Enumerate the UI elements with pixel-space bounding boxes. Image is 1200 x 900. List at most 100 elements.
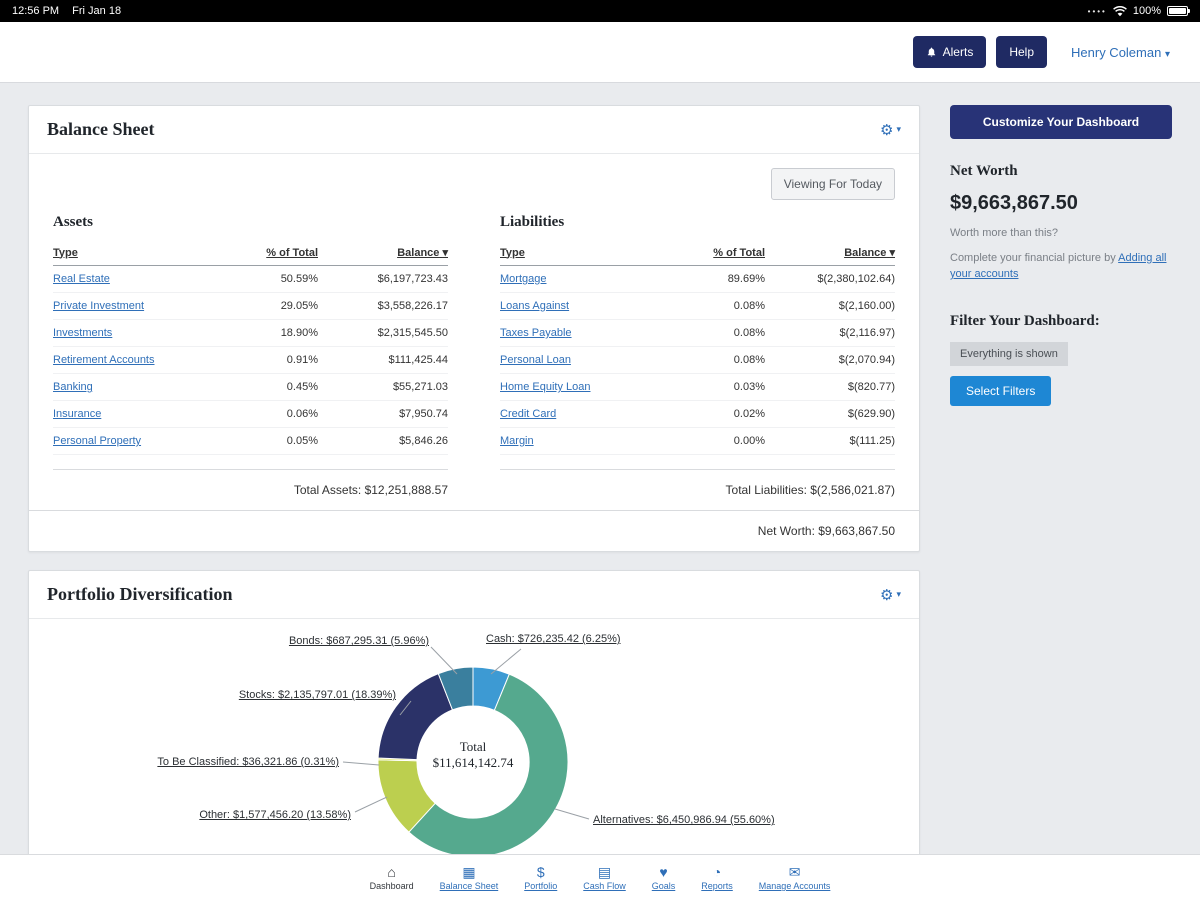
- total-liabilities: Total Liabilities: $(2,586,021.87): [500, 469, 895, 510]
- account-type-link[interactable]: Real Estate: [53, 273, 228, 285]
- nav-label: Cash Flow: [583, 881, 626, 891]
- user-name: Henry Coleman: [1071, 45, 1161, 60]
- nav-item-cash-flow[interactable]: ▤Cash Flow: [583, 864, 626, 891]
- column-balance-sortable[interactable]: Balance ▾: [765, 246, 895, 259]
- pct-of-total-value: 0.06%: [228, 408, 318, 420]
- alerts-label: Alerts: [943, 45, 974, 59]
- account-type-link[interactable]: Margin: [500, 435, 675, 447]
- account-type-link[interactable]: Retirement Accounts: [53, 354, 228, 366]
- pct-of-total-value: 0.00%: [675, 435, 765, 447]
- status-bar: 12:56 PM Fri Jan 18 •••• 100%: [0, 0, 1200, 22]
- balance-value: $(2,116.97): [765, 327, 895, 339]
- column-type[interactable]: Type: [500, 247, 675, 259]
- account-type-link[interactable]: Insurance: [53, 408, 228, 420]
- nav-item-balance-sheet[interactable]: ▦Balance Sheet: [440, 864, 499, 891]
- battery-percent: 100%: [1133, 5, 1161, 17]
- pct-of-total-value: 0.05%: [228, 435, 318, 447]
- table-row: Loans Against0.08%$(2,160.00): [500, 293, 895, 320]
- user-menu[interactable]: Henry Coleman ▾: [1071, 45, 1170, 60]
- viewing-for-today-button[interactable]: Viewing For Today: [771, 168, 895, 200]
- chart-label-alternatives[interactable]: Alternatives: $6,450,986.94 (55.60%): [593, 814, 775, 826]
- pct-of-total-value: 0.45%: [228, 381, 318, 393]
- balance-sheet-settings-button[interactable]: ⚙ ▾: [880, 121, 901, 139]
- sort-caret-icon: ▾: [889, 247, 895, 259]
- chart-label-stocks[interactable]: Stocks: $2,135,797.01 (18.39%): [196, 689, 396, 701]
- balance-sheet-title: Balance Sheet: [47, 119, 155, 140]
- alerts-button[interactable]: Alerts: [913, 36, 987, 68]
- chart-label-bonds[interactable]: Bonds: $687,295.31 (5.96%): [229, 635, 429, 647]
- nav-item-manage-accounts[interactable]: ✉Manage Accounts: [759, 864, 831, 891]
- column-pct-of-total[interactable]: % of Total: [675, 247, 765, 259]
- pct-of-total-value: 0.08%: [675, 354, 765, 366]
- table-row: Personal Loan0.08%$(2,070.94): [500, 347, 895, 374]
- net-worth-value: $9,663,867.50: [950, 192, 1172, 215]
- pct-of-total-value: 0.91%: [228, 354, 318, 366]
- assets-table-header: Type % of Total Balance ▾: [53, 241, 448, 266]
- nav-label: Dashboard: [370, 881, 414, 891]
- chart-label-other[interactable]: Other: $1,577,456.20 (13.58%): [191, 809, 351, 821]
- pct-of-total-value: 50.59%: [228, 273, 318, 285]
- donut-center-total: Total $11,614,142.74: [393, 739, 553, 771]
- gear-icon: ⚙: [880, 121, 893, 139]
- pie-icon: ◔: [713, 864, 721, 880]
- pct-of-total-value: 0.08%: [675, 327, 765, 339]
- portfolio-title: Portfolio Diversification: [47, 584, 232, 605]
- help-button[interactable]: Help: [996, 36, 1047, 68]
- nav-label: Portfolio: [524, 881, 557, 891]
- bell-icon: [926, 46, 937, 58]
- battery-icon: [1167, 6, 1188, 16]
- table-row: Taxes Payable0.08%$(2,116.97): [500, 320, 895, 347]
- grid-icon: ▦: [462, 864, 475, 880]
- pct-of-total-value: 0.08%: [675, 300, 765, 312]
- status-time: 12:56 PM: [12, 5, 59, 17]
- table-row: Margin0.00%$(111.25): [500, 428, 895, 455]
- envelope-icon: ✉: [789, 864, 801, 880]
- total-assets: Total Assets: $12,251,888.57: [53, 469, 448, 510]
- donut-center-value: $11,614,142.74: [393, 755, 553, 771]
- chart-label-cash[interactable]: Cash: $726,235.42 (6.25%): [486, 633, 621, 645]
- wifi-icon: [1113, 6, 1127, 17]
- table-row: Insurance0.06%$7,950.74: [53, 401, 448, 428]
- account-type-link[interactable]: Investments: [53, 327, 228, 339]
- portfolio-settings-button[interactable]: ⚙ ▾: [880, 586, 901, 604]
- table-row: Retirement Accounts0.91%$111,425.44: [53, 347, 448, 374]
- nav-label: Goals: [652, 881, 676, 891]
- nav-item-goals[interactable]: ♥Goals: [652, 864, 676, 891]
- chevron-down-icon: ▾: [896, 589, 901, 600]
- app-header: Alerts Help Henry Coleman ▾: [0, 22, 1200, 82]
- account-type-link[interactable]: Loans Against: [500, 300, 675, 312]
- chevron-down-icon: ▾: [1165, 49, 1170, 60]
- account-type-link[interactable]: Taxes Payable: [500, 327, 675, 339]
- table-row: Investments18.90%$2,315,545.50: [53, 320, 448, 347]
- balance-value: $(111.25): [765, 435, 895, 447]
- customize-dashboard-button[interactable]: Customize Your Dashboard: [950, 105, 1172, 139]
- account-type-link[interactable]: Home Equity Loan: [500, 381, 675, 393]
- account-type-link[interactable]: Private Investment: [53, 300, 228, 312]
- filter-status-badge: Everything is shown: [950, 342, 1068, 366]
- balance-sheet-card: Balance Sheet ⚙ ▾ Viewing For Today Asse…: [28, 105, 920, 552]
- pct-of-total-value: 18.90%: [228, 327, 318, 339]
- account-type-link[interactable]: Mortgage: [500, 273, 675, 285]
- nav-label: Balance Sheet: [440, 881, 499, 891]
- table-row: Mortgage89.69%$(2,380,102.64): [500, 266, 895, 293]
- balance-value: $55,271.03: [318, 381, 448, 393]
- nav-item-dashboard[interactable]: ⌂Dashboard: [370, 864, 414, 891]
- column-type[interactable]: Type: [53, 247, 228, 259]
- help-label: Help: [1009, 45, 1034, 59]
- select-filters-button[interactable]: Select Filters: [950, 376, 1051, 406]
- column-balance-sortable[interactable]: Balance ▾: [318, 246, 448, 259]
- nav-item-portfolio[interactable]: $Portfolio: [524, 864, 557, 891]
- chevron-down-icon: ▾: [896, 124, 901, 135]
- filter-dashboard-heading: Filter Your Dashboard:: [950, 313, 1172, 330]
- worth-question: Worth more than this?: [950, 225, 1172, 242]
- account-type-link[interactable]: Credit Card: [500, 408, 675, 420]
- liabilities-rows: Mortgage89.69%$(2,380,102.64)Loans Again…: [500, 266, 895, 455]
- account-type-link[interactable]: Personal Loan: [500, 354, 675, 366]
- status-time-date: 12:56 PM Fri Jan 18: [12, 5, 131, 17]
- chart-label-to-be-classified[interactable]: To Be Classified: $36,321.86 (0.31%): [139, 756, 339, 768]
- portfolio-diversification-card: Portfolio Diversification ⚙ ▾: [28, 570, 920, 900]
- nav-item-reports[interactable]: ◔Reports: [701, 864, 733, 891]
- account-type-link[interactable]: Banking: [53, 381, 228, 393]
- column-pct-of-total[interactable]: % of Total: [228, 247, 318, 259]
- account-type-link[interactable]: Personal Property: [53, 435, 228, 447]
